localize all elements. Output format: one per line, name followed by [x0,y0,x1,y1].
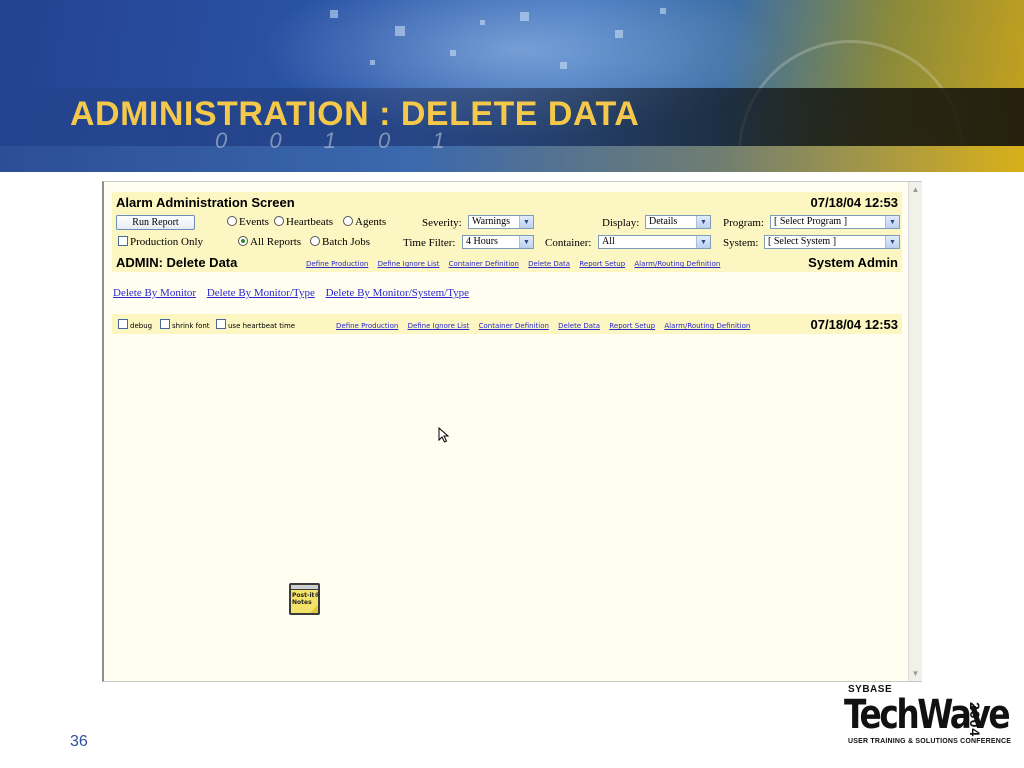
footer-nav-links: Define Production Define Ignore List Con… [336,322,757,330]
nav-link-container-definition[interactable]: Container Definition [449,260,519,268]
dropdown-arrow-icon: ▼ [696,216,710,228]
radio-all-reports[interactable]: All Reports [238,236,301,248]
nav-link-alarm-routing-definition[interactable]: Alarm/Routing Definition [634,260,720,268]
post-it-notes-icon[interactable]: Post-it® Notes [288,581,322,617]
vertical-scrollbar[interactable]: ▲ ▼ [908,182,922,681]
footer-link-delete-data[interactable]: Delete Data [558,322,600,330]
program-label: Program: [723,217,764,229]
scroll-down-icon[interactable]: ▼ [911,669,920,678]
checkbox-icon [118,319,128,329]
footer-link-report-setup[interactable]: Report Setup [609,322,655,330]
program-select[interactable]: [ Select Program ] ▼ [770,215,900,229]
banner-square [370,60,375,65]
container-label: Container: [545,237,592,249]
scroll-up-icon[interactable]: ▲ [911,185,920,194]
radio-button-icon [343,216,353,226]
radio-batch-jobs[interactable]: Batch Jobs [310,236,370,248]
banner-square [520,12,529,21]
controls-row-2: Production Only All Reports Batch Jobs T… [112,232,902,252]
banner-square [450,50,456,56]
display-label: Display: [602,217,640,229]
severity-select[interactable]: Warnings ▼ [468,215,534,229]
dropdown-arrow-icon: ▼ [519,216,533,228]
slide-title: ADMINISTRATION : DELETE DATA [70,95,640,133]
radio-events[interactable]: Events [227,216,269,228]
banner-square [480,20,485,25]
radio-heartbeats[interactable]: Heartbeats [274,216,333,228]
banner-square [330,10,338,18]
footer-link-alarm-routing-definition[interactable]: Alarm/Routing Definition [664,322,750,330]
section-header: ADMIN: Delete Data Define Production Def… [112,252,902,272]
footer-bar: debug shrink font use heartbeat time Def… [112,314,902,334]
time-filter-label: Time Filter: [403,237,456,249]
section-nav-links: Define Production Define Ignore List Con… [306,260,727,268]
banner-square [560,62,567,69]
delete-by-monitor-system-type-link[interactable]: Delete By Monitor/System/Type [326,287,469,299]
use-heartbeat-time-checkbox[interactable]: use heartbeat time [216,319,295,330]
controls-row-1: Run Report Events Heartbeats Agents Seve… [112,212,902,232]
section-role: System Admin [808,255,898,270]
banner-square [395,26,405,36]
screen-title: Alarm Administration Screen [116,195,295,210]
nav-link-delete-data[interactable]: Delete Data [528,260,570,268]
logo-year: 2004 [967,702,983,738]
techwave-logo: SYBASE TechWave 2004 USER TRAINING & SOL… [840,682,1011,752]
delete-options: Delete By Monitor Delete By Monitor/Type… [113,287,477,299]
footer-link-define-ignore-list[interactable]: Define Ignore List [408,322,470,330]
radio-agents[interactable]: Agents [343,216,386,228]
checkbox-icon [118,236,128,246]
radio-button-icon [274,216,284,226]
logo-tagline: USER TRAINING & SOLUTIONS CONFERENCE [848,738,1012,745]
system-select[interactable]: [ Select System ] ▼ [764,235,900,249]
logo-name: TechWave [844,692,1011,738]
severity-label: Severity: [422,217,462,229]
container-select[interactable]: All ▼ [598,235,711,249]
time-filter-select[interactable]: 4 Hours ▼ [462,235,534,249]
screen-header: Alarm Administration Screen 07/18/04 12:… [112,192,902,212]
header-timestamp: 07/18/04 12:53 [810,195,898,210]
page-number: 36 [70,733,88,750]
debug-checkbox[interactable]: debug [118,319,152,330]
checkbox-icon [216,319,226,329]
slide-banner: 0 0 1 0 1 ADMINISTRATION : DELETE DATA [0,0,1024,172]
section-title: ADMIN: Delete Data [116,255,238,270]
production-only-checkbox[interactable]: Production Only [118,236,203,248]
banner-lower-band [0,146,1024,172]
dropdown-arrow-icon: ▼ [885,216,899,228]
delete-by-monitor-type-link[interactable]: Delete By Monitor/Type [207,287,315,299]
nav-link-define-production[interactable]: Define Production [306,260,368,268]
run-report-button[interactable]: Run Report [116,215,195,230]
banner-square [660,8,666,14]
nav-link-report-setup[interactable]: Report Setup [579,260,625,268]
radio-button-icon [238,236,248,246]
post-it-label: Post-it® Notes [292,592,321,606]
dropdown-arrow-icon: ▼ [696,236,710,248]
radio-button-icon [227,216,237,226]
footer-timestamp: 07/18/04 12:53 [810,317,898,332]
dropdown-arrow-icon: ▼ [885,236,899,248]
shrink-font-checkbox[interactable]: shrink font [160,319,210,330]
radio-button-icon [310,236,320,246]
footer-link-define-production[interactable]: Define Production [336,322,398,330]
nav-link-define-ignore-list[interactable]: Define Ignore List [378,260,440,268]
mouse-pointer-icon [438,427,450,443]
browser-viewport: Alarm Administration Screen 07/18/04 12:… [102,181,922,682]
system-label: System: [723,237,759,249]
banner-square [615,30,623,38]
display-select[interactable]: Details ▼ [645,215,711,229]
footer-link-container-definition[interactable]: Container Definition [479,322,549,330]
dropdown-arrow-icon: ▼ [519,236,533,248]
checkbox-icon [160,319,170,329]
delete-by-monitor-link[interactable]: Delete By Monitor [113,287,196,299]
